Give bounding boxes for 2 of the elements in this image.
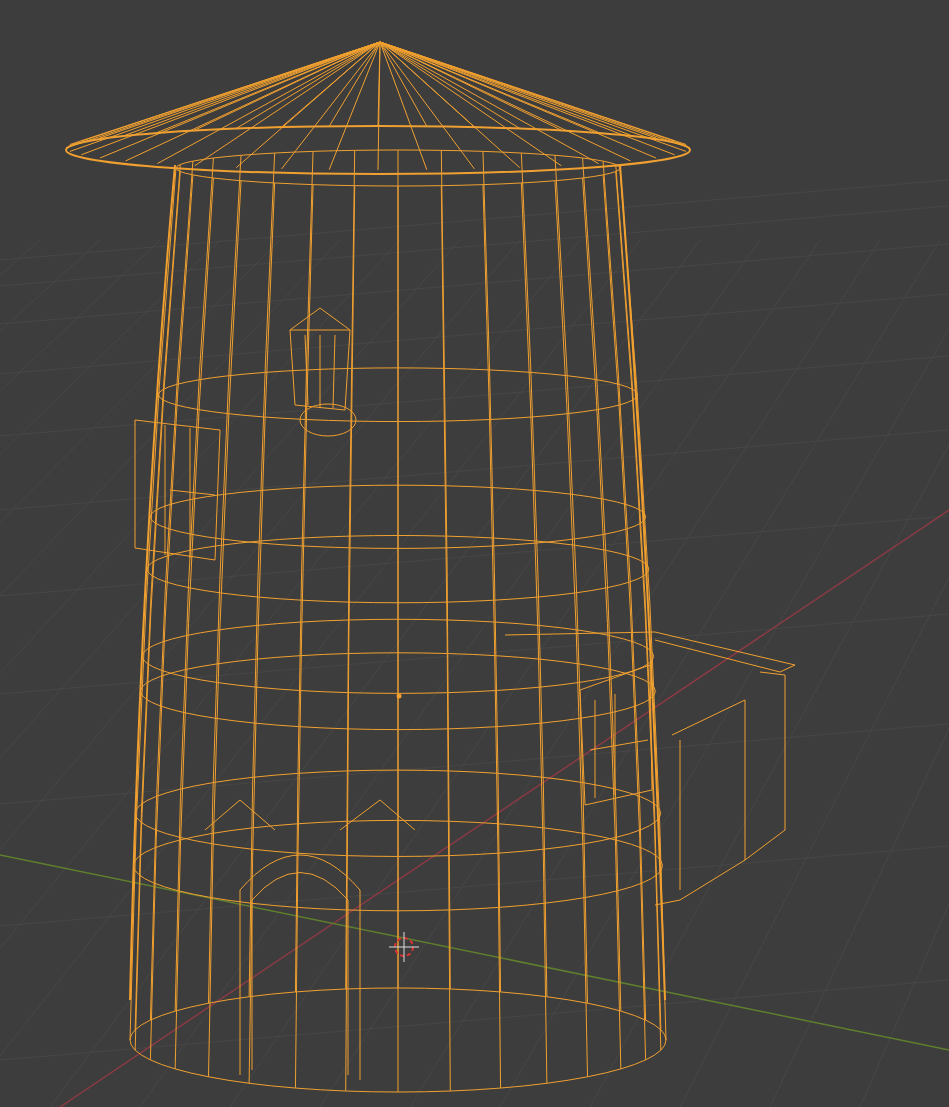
origin-dot xyxy=(396,693,402,699)
cursor-icon xyxy=(388,931,420,963)
